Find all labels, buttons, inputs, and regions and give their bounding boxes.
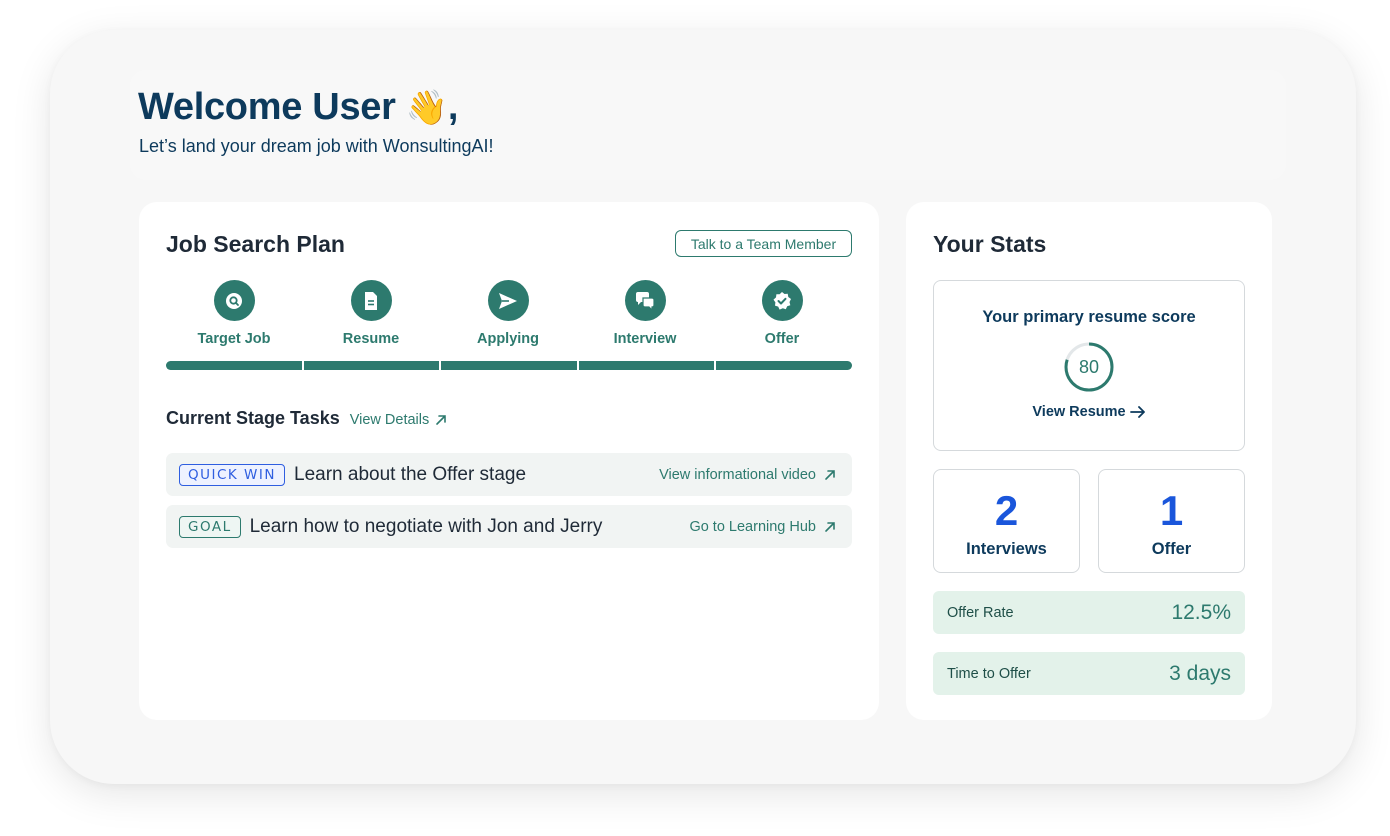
waving-hand-icon: 👋: [405, 89, 448, 127]
arrow-up-right-icon: [436, 415, 447, 425]
resume-score-title: Your primary resume score: [982, 308, 1196, 326]
job-search-plan-title: Job Search Plan: [166, 231, 345, 257]
check-badge-icon: [761, 280, 803, 321]
resume-score-ring: 80: [1064, 342, 1114, 392]
interviews-count: 2: [994, 487, 1019, 534]
stage-offer[interactable]: Offer: [722, 280, 842, 347]
offer-rate-row: Offer Rate 12.5%: [933, 591, 1245, 634]
stage-interview[interactable]: Interview: [585, 280, 705, 347]
time-to-offer-row: Time to Offer 3 days: [933, 652, 1245, 695]
current-stage-tasks-title: Current Stage Tasks: [166, 408, 340, 428]
task-text: Learn about the Offer stage: [294, 463, 527, 485]
view-informational-video-link[interactable]: View informational video: [659, 467, 836, 483]
stage-label: Target Job: [197, 331, 271, 347]
goal-badge: GOAL: [179, 515, 241, 538]
task-row-goal: GOAL Learn how to negotiate with Jon and…: [166, 505, 852, 548]
arrow-up-right-icon: [825, 469, 835, 480]
current-stage-tasks-heading: Current Stage Tasks View Details: [166, 408, 447, 429]
progress-segment: [441, 361, 577, 370]
interviews-label: Interviews: [966, 540, 1047, 558]
stage-label: Applying: [476, 331, 540, 347]
stage-label: Resume: [342, 331, 400, 347]
chat-bubbles-icon: [624, 280, 666, 321]
task-link-label: Go to Learning Hub: [689, 518, 816, 535]
view-resume-link[interactable]: View Resume: [1032, 404, 1145, 420]
task-link-label: View informational video: [659, 466, 816, 483]
stage-resume[interactable]: Resume: [311, 280, 431, 347]
job-search-plan-card: Job Search Plan Talk to a Team Member Ta…: [139, 202, 879, 720]
progress-segment: [578, 361, 715, 370]
time-to-offer-label: Time to Offer: [947, 665, 1031, 682]
arrow-right-icon: [1129, 406, 1145, 418]
stage-applying[interactable]: Applying: [448, 280, 568, 347]
resume-score-box: Your primary resume score 80 View Resume: [933, 280, 1245, 451]
interviews-stat: 2 Interviews: [933, 469, 1080, 573]
offers-count: 1: [1159, 487, 1184, 534]
stage-target-job[interactable]: Target Job: [174, 280, 294, 347]
arrow-up-right-icon: [825, 521, 835, 532]
quick-win-badge: QUICK WIN: [179, 463, 285, 486]
stage-progress-bar: [166, 361, 852, 370]
progress-segment: [716, 361, 852, 370]
resume-score-value: 80: [1078, 356, 1100, 377]
target-search-icon: [213, 280, 255, 321]
offers-stat: 1 Offer: [1098, 469, 1245, 573]
send-icon: [487, 280, 529, 321]
time-to-offer-value: 3 days: [1169, 661, 1231, 685]
offers-label: Offer: [1151, 540, 1192, 558]
your-stats-card: Your Stats Your primary resume score 80 …: [906, 202, 1272, 720]
view-details-link[interactable]: View Details: [350, 412, 448, 428]
view-details-label: View Details: [349, 412, 430, 428]
stage-label: Interview: [613, 331, 677, 347]
welcome-subtitle: Let’s land your dream job with Wonsultin…: [139, 136, 494, 156]
welcome-title: Welcome User 👋,: [138, 86, 459, 128]
stage-label: Offer: [764, 331, 800, 347]
your-stats-title: Your Stats: [933, 231, 1047, 257]
task-row-quick-win: QUICK WIN Learn about the Offer stage Vi…: [166, 453, 852, 496]
view-resume-label: View Resume: [1032, 404, 1126, 420]
offer-rate-value: 12.5%: [1171, 600, 1231, 624]
task-text: Learn how to negotiate with Jon and Jerr…: [249, 515, 603, 537]
talk-to-team-member-button[interactable]: Talk to a Team Member: [675, 230, 852, 257]
document-icon: [350, 280, 392, 321]
go-to-learning-hub-link[interactable]: Go to Learning Hub: [689, 519, 836, 535]
progress-segment: [166, 361, 302, 370]
offer-rate-label: Offer Rate: [947, 604, 1014, 621]
progress-segment: [303, 361, 440, 370]
